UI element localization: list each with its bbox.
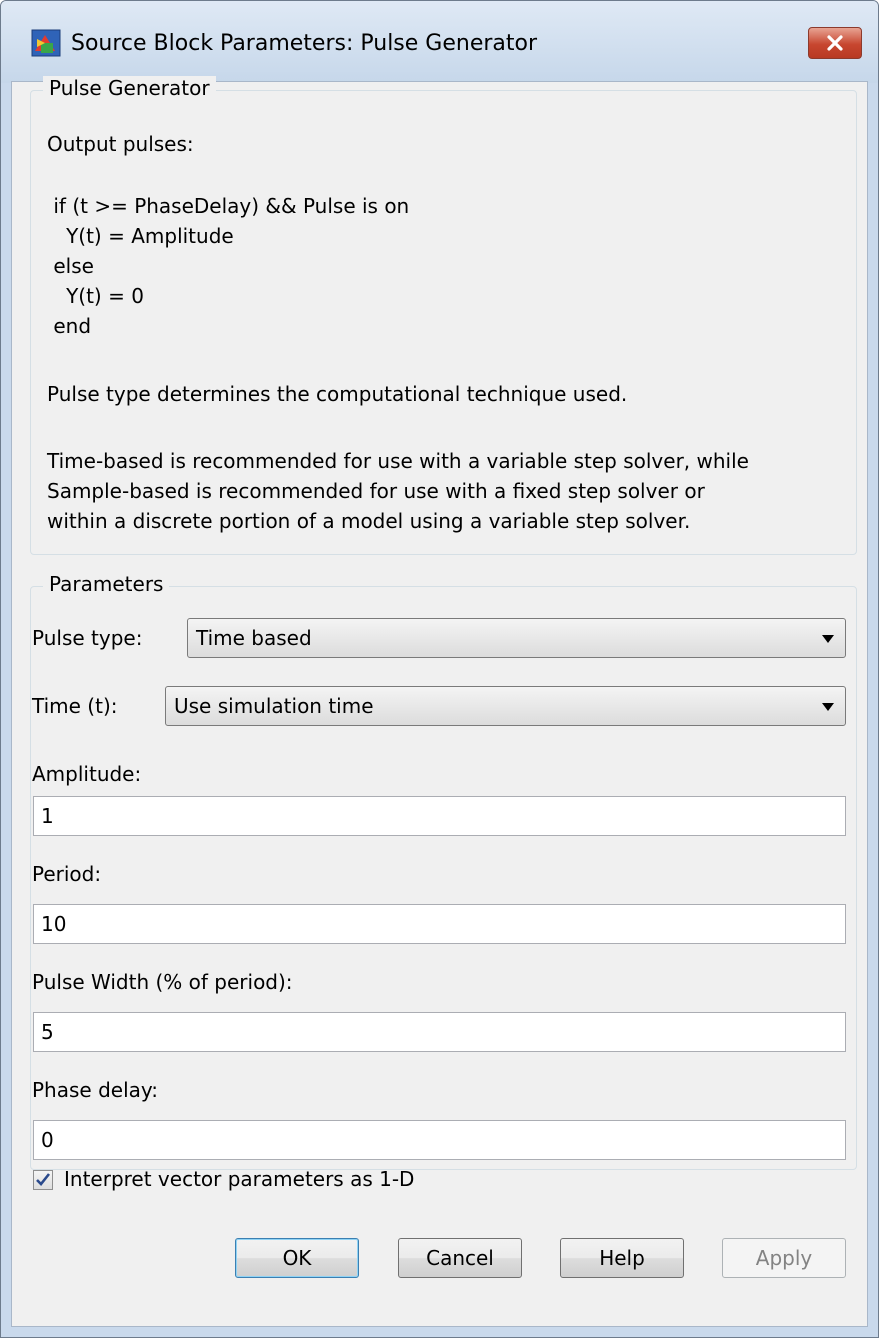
period-label: Period: — [32, 862, 102, 886]
pulse-type-value: Time based — [196, 626, 312, 650]
amplitude-label: Amplitude: — [32, 762, 142, 786]
pulse-width-label: Pulse Width (% of period): — [32, 970, 293, 994]
window-title: Source Block Parameters: Pulse Generator — [71, 31, 538, 56]
recommendation-line: Time-based is recommended for use with a… — [47, 449, 749, 473]
close-x-icon — [827, 35, 843, 51]
dialog-client-area: Pulse Generator Output pulses: if (t >= … — [11, 76, 868, 1327]
time-value: Use simulation time — [174, 694, 374, 718]
code-line: else — [47, 254, 94, 278]
code-line: if (t >= PhaseDelay) && Pulse is on — [47, 194, 410, 218]
simulink-block-icon — [31, 29, 61, 57]
pulse-type-note: Pulse type determines the computational … — [47, 382, 628, 406]
phase-delay-label: Phase delay: — [32, 1078, 159, 1102]
code-line: Y(t) = 0 — [47, 284, 144, 308]
code-line: end — [47, 314, 92, 338]
phase-delay-field[interactable] — [33, 1120, 846, 1160]
recommendation-line: Sample-based is recommended for use with… — [47, 479, 705, 503]
dropdown-arrow-icon — [822, 635, 834, 643]
dialog-window: Source Block Parameters: Pulse Generator… — [0, 0, 879, 1338]
time-dropdown[interactable]: Use simulation time — [165, 686, 846, 726]
code-line: Y(t) = Amplitude — [47, 224, 234, 248]
cancel-button[interactable]: Cancel — [398, 1238, 522, 1278]
pulse-width-field[interactable] — [33, 1012, 846, 1052]
checkmark-icon — [36, 1173, 51, 1186]
description-legend: Pulse Generator — [43, 76, 216, 100]
time-label: Time (t): — [32, 694, 118, 718]
period-field[interactable] — [33, 904, 846, 944]
pulse-type-label: Pulse type: — [32, 626, 143, 650]
title-bar[interactable]: Source Block Parameters: Pulse Generator — [1, 1, 878, 83]
parameters-legend: Parameters — [43, 572, 170, 596]
help-button[interactable]: Help — [560, 1238, 684, 1278]
ok-button[interactable]: OK — [235, 1238, 359, 1278]
output-pulses-label: Output pulses: — [47, 132, 194, 156]
recommendation-line: within a discrete portion of a model usi… — [47, 509, 691, 533]
interpret-vector-checkbox[interactable] — [33, 1170, 53, 1190]
apply-button[interactable]: Apply — [722, 1238, 846, 1278]
interpret-vector-label: Interpret vector parameters as 1-D — [64, 1167, 415, 1191]
dropdown-arrow-icon — [822, 703, 834, 711]
close-button[interactable] — [808, 27, 862, 59]
amplitude-field[interactable] — [33, 796, 846, 836]
pulse-type-dropdown[interactable]: Time based — [187, 618, 846, 658]
description-group: Pulse Generator Output pulses: if (t >= … — [30, 76, 857, 555]
